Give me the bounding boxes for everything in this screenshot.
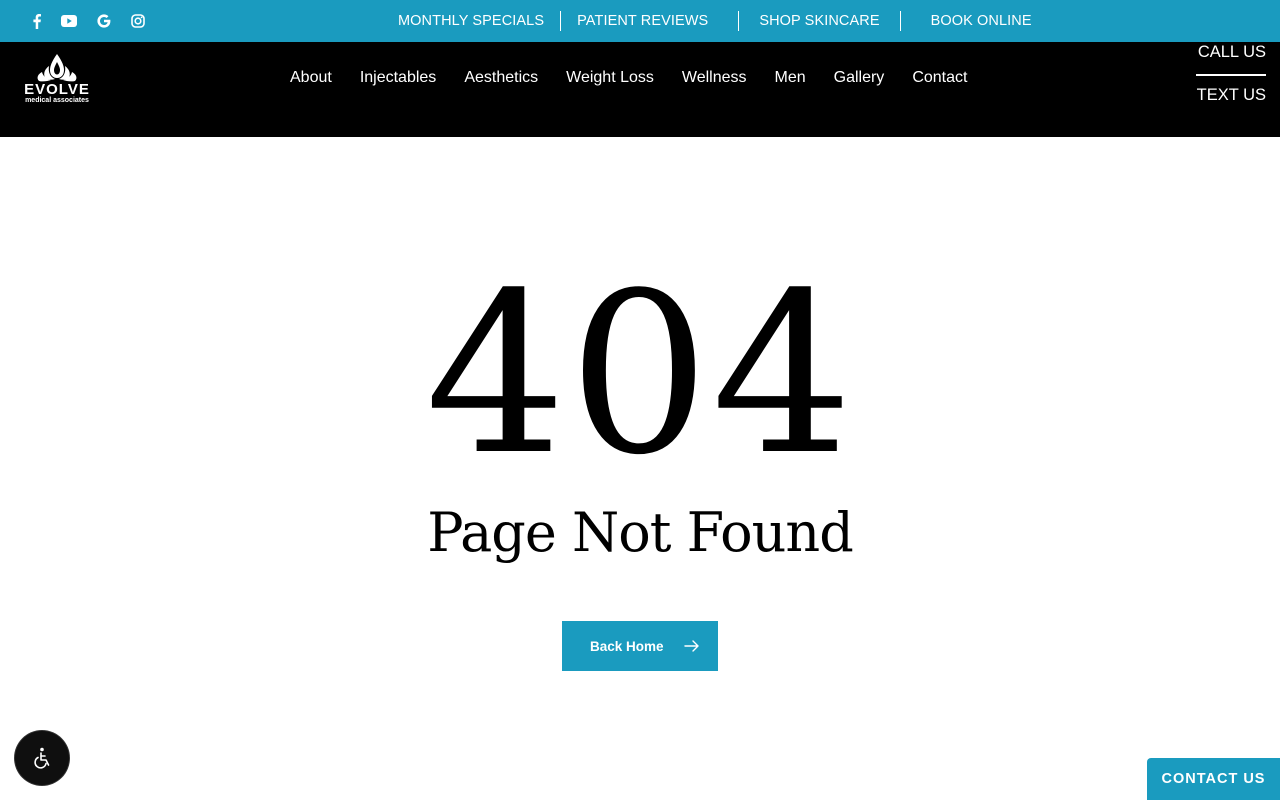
nav-aesthetics[interactable]: Aesthetics: [450, 69, 552, 87]
shop-skincare-link[interactable]: SHOP SKINCARE: [739, 11, 899, 31]
accessibility-button[interactable]: [15, 731, 69, 785]
nav-about[interactable]: About: [276, 69, 346, 87]
main-header: EVOLVE medical associates About Injectab…: [0, 42, 1280, 137]
back-home-label: Back Home: [590, 638, 664, 654]
google-icon[interactable]: [94, 11, 114, 31]
wheelchair-icon: [34, 747, 50, 769]
patient-reviews-link[interactable]: PATIENT REVIEWS: [561, 11, 738, 31]
arrow-right-icon: [684, 640, 699, 652]
logo-tagline: medical associates: [25, 97, 89, 104]
text-us-link[interactable]: TEXT US: [1196, 76, 1266, 104]
logo[interactable]: EVOLVE medical associates: [9, 52, 105, 104]
instagram-icon[interactable]: [128, 11, 148, 31]
nav-men[interactable]: Men: [761, 69, 820, 87]
logo-wordmark: EVOLVE: [24, 81, 90, 98]
contact-us-tab[interactable]: CONTACT US: [1147, 758, 1280, 800]
call-text-box: CALL US TEXT US: [1196, 42, 1266, 104]
top-links: MONTHLY SPECIALS PATIENT REVIEWS SHOP SK…: [382, 0, 1048, 42]
nav-weight-loss[interactable]: Weight Loss: [552, 69, 668, 87]
error-code: 404: [425, 246, 855, 504]
nav-wellness[interactable]: Wellness: [668, 69, 761, 87]
main-nav: About Injectables Aesthetics Weight Loss…: [276, 66, 981, 90]
youtube-icon[interactable]: [59, 11, 79, 31]
top-bar: MONTHLY SPECIALS PATIENT REVIEWS SHOP SK…: [0, 0, 1280, 42]
book-online-link[interactable]: BOOK ONLINE: [901, 11, 1048, 31]
nav-contact[interactable]: Contact: [898, 69, 981, 87]
monthly-specials-link[interactable]: MONTHLY SPECIALS: [382, 11, 560, 31]
error-message: Page Not Found: [427, 501, 854, 564]
nav-gallery[interactable]: Gallery: [820, 69, 899, 87]
call-us-link[interactable]: CALL US: [1196, 42, 1266, 74]
lotus-icon: [37, 54, 77, 82]
back-home-button[interactable]: Back Home: [562, 621, 718, 671]
facebook-icon[interactable]: [27, 11, 47, 31]
nav-injectables[interactable]: Injectables: [346, 69, 451, 87]
